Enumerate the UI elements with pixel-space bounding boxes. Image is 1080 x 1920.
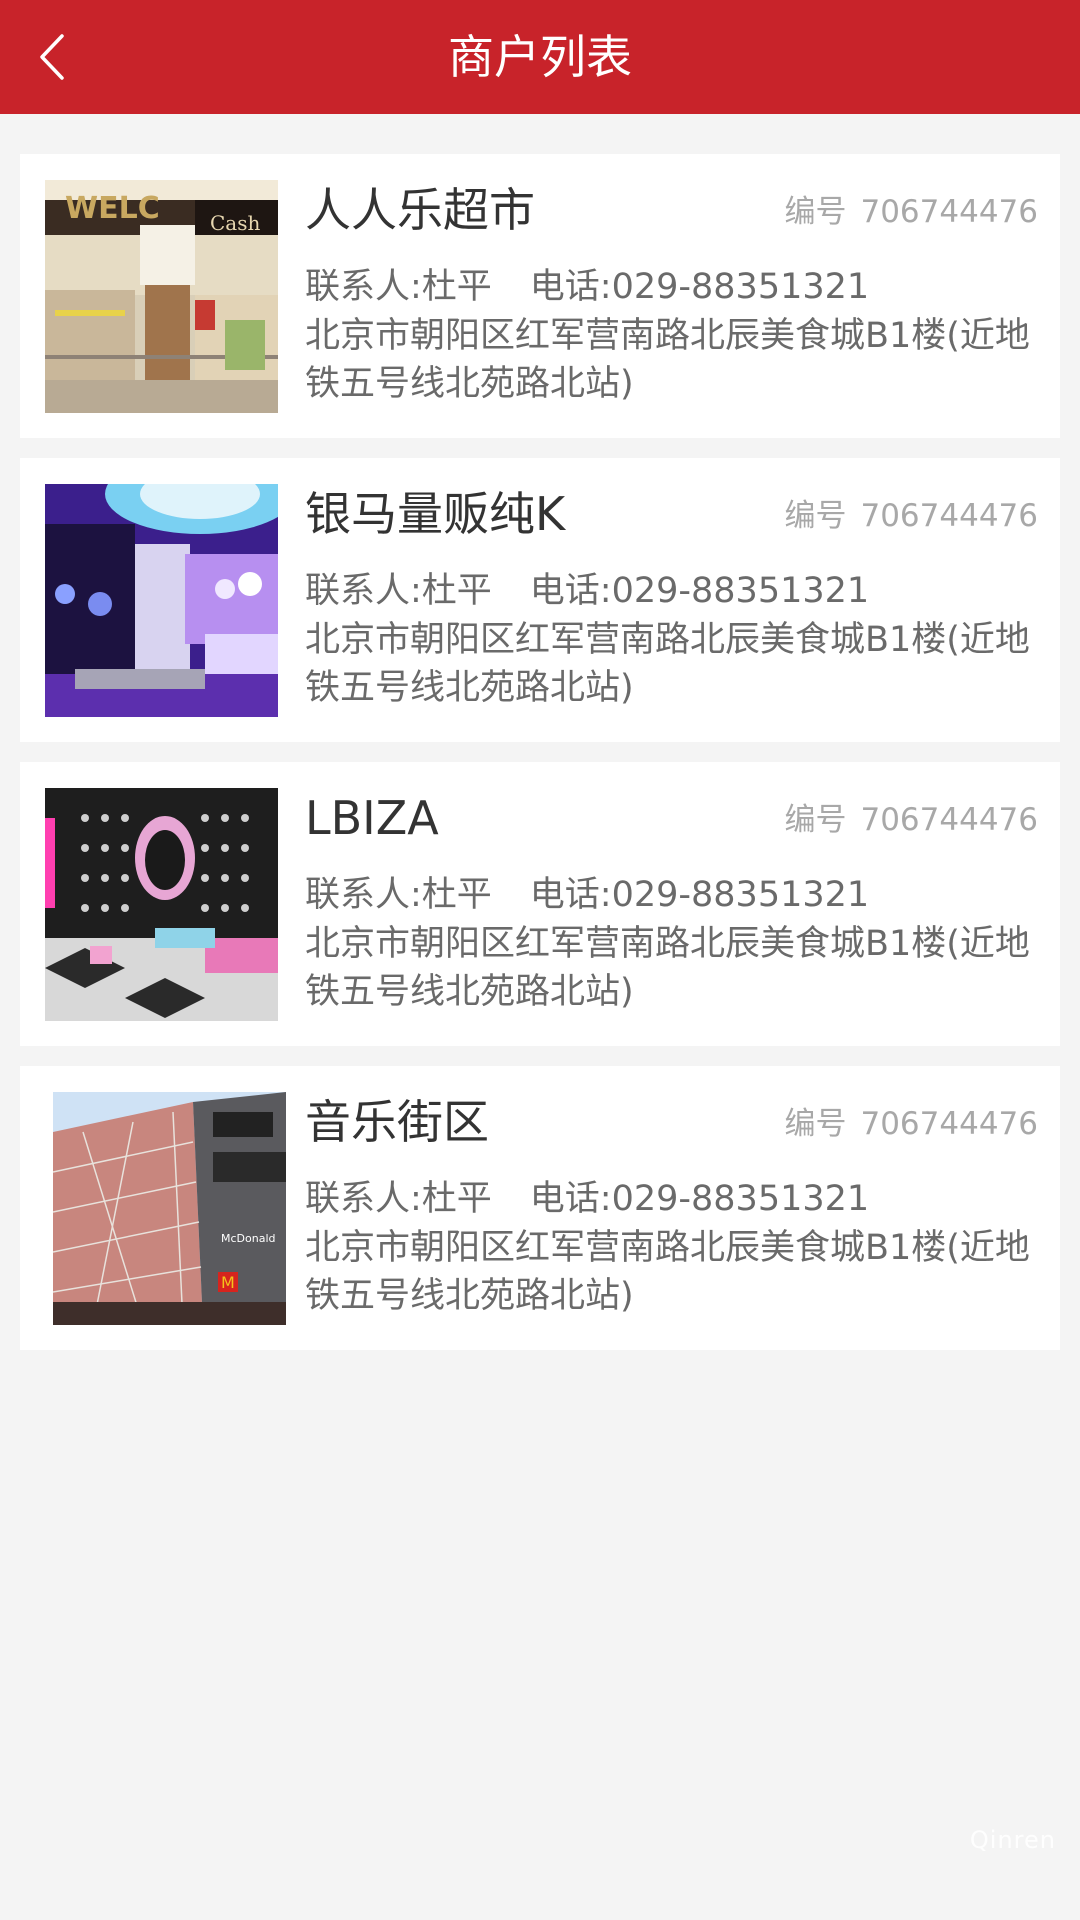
svg-text:WELC: WELC — [65, 191, 160, 226]
merchant-card[interactable]: WELC Cash 人人乐超市 编号 706744476 联系人:杜平 电话:029… — [20, 154, 1060, 438]
merchant-thumbnail-supermarket: WELC Cash — [45, 180, 278, 413]
svg-text:McDonald: McDonald — [221, 1232, 276, 1245]
merchant-code: 编号 706744476 — [784, 192, 1038, 232]
merchant-card[interactable]: LBIZA 编号 706744476 联系人:杜平 电话:029-88351321 … — [20, 762, 1060, 1046]
merchant-address: 北京市朝阳区红军营南路北辰美食城B1楼(近地铁五号线北苑路北站) — [305, 620, 1030, 708]
merchant-card[interactable]: 银马量贩纯K 编号 706744476 联系人:杜平 电话:029-88351321… — [20, 458, 1060, 742]
merchant-code-value: 706744476 — [860, 498, 1038, 534]
merchant-contact: 联系人:杜平 — [305, 571, 492, 611]
merchant-thumbnail-ktv — [45, 484, 278, 717]
merchant-info: 银马量贩纯K 编号 706744476 联系人:杜平 电话:029-88351321… — [305, 458, 1038, 742]
merchant-card[interactable]: McDonald M 音乐街区 编号 706744476 联系人:杜平 电话:029… — [20, 1066, 1060, 1350]
svg-text:M: M — [221, 1273, 235, 1292]
merchant-list: WELC Cash 人人乐超市 编号 706744476 联系人:杜平 电话:029… — [20, 154, 1060, 1370]
page-title: 商户列表 — [448, 30, 632, 84]
merchant-thumbnail-mall: McDonald M — [53, 1092, 286, 1325]
merchant-phone: 电话:029-88351321 — [529, 571, 870, 611]
merchant-phone: 电话:029-88351321 — [529, 267, 870, 307]
merchant-code-label: 编号 — [784, 1106, 847, 1142]
watermark: Qinren — [969, 1826, 1056, 1854]
merchant-name: 音乐街区 — [305, 1095, 489, 1149]
merchant-code-value: 706744476 — [860, 802, 1038, 838]
merchant-contact-line: 联系人:杜平 电话:029-88351321 — [305, 872, 869, 918]
merchant-name: 银马量贩纯K — [305, 487, 566, 541]
merchant-contact-line: 联系人:杜平 电话:029-88351321 — [305, 1176, 869, 1222]
merchant-code-value: 706744476 — [860, 1106, 1038, 1142]
merchant-code-label: 编号 — [784, 498, 847, 534]
merchant-code-label: 编号 — [784, 802, 847, 838]
merchant-info: 人人乐超市 编号 706744476 联系人:杜平 电话:029-88351321 … — [305, 154, 1038, 438]
merchant-address: 北京市朝阳区红军营南路北辰美食城B1楼(近地铁五号线北苑路北站) — [305, 316, 1030, 404]
merchant-code: 编号 706744476 — [784, 1104, 1038, 1144]
merchant-address: 北京市朝阳区红军营南路北辰美食城B1楼(近地铁五号线北苑路北站) — [305, 924, 1030, 1012]
merchant-code-value: 706744476 — [860, 194, 1038, 230]
merchant-code-label: 编号 — [784, 194, 847, 230]
merchant-contact: 联系人:杜平 — [305, 267, 492, 307]
merchant-info: LBIZA 编号 706744476 联系人:杜平 电话:029-88351321 … — [305, 762, 1038, 1046]
merchant-name: 人人乐超市 — [305, 183, 535, 237]
merchant-thumbnail-club — [45, 788, 278, 1021]
app-header: 商户列表 — [0, 0, 1080, 114]
merchant-contact-line: 联系人:杜平 电话:029-88351321 — [305, 568, 869, 614]
merchant-address: 北京市朝阳区红军营南路北辰美食城B1楼(近地铁五号线北苑路北站) — [305, 1228, 1030, 1316]
merchant-code: 编号 706744476 — [784, 496, 1038, 536]
merchant-phone: 电话:029-88351321 — [529, 875, 870, 915]
merchant-phone: 电话:029-88351321 — [529, 1179, 870, 1219]
merchant-code: 编号 706744476 — [784, 800, 1038, 840]
merchant-info: 音乐街区 编号 706744476 联系人:杜平 电话:029-88351321 北… — [305, 1066, 1038, 1350]
svg-text:Cash: Cash — [210, 211, 260, 235]
merchant-contact: 联系人:杜平 — [305, 875, 492, 915]
merchant-contact-line: 联系人:杜平 电话:029-88351321 — [305, 264, 869, 310]
merchant-name: LBIZA — [305, 791, 439, 845]
merchant-contact: 联系人:杜平 — [305, 1179, 492, 1219]
